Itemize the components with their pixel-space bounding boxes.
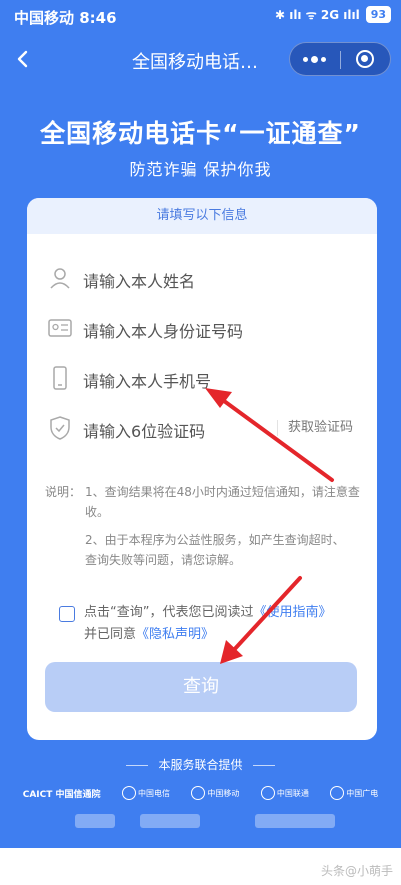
arrow-to-phone-field	[218, 396, 334, 482]
annotation-arrows	[205, 388, 334, 664]
arrow-to-query-button	[230, 576, 302, 654]
